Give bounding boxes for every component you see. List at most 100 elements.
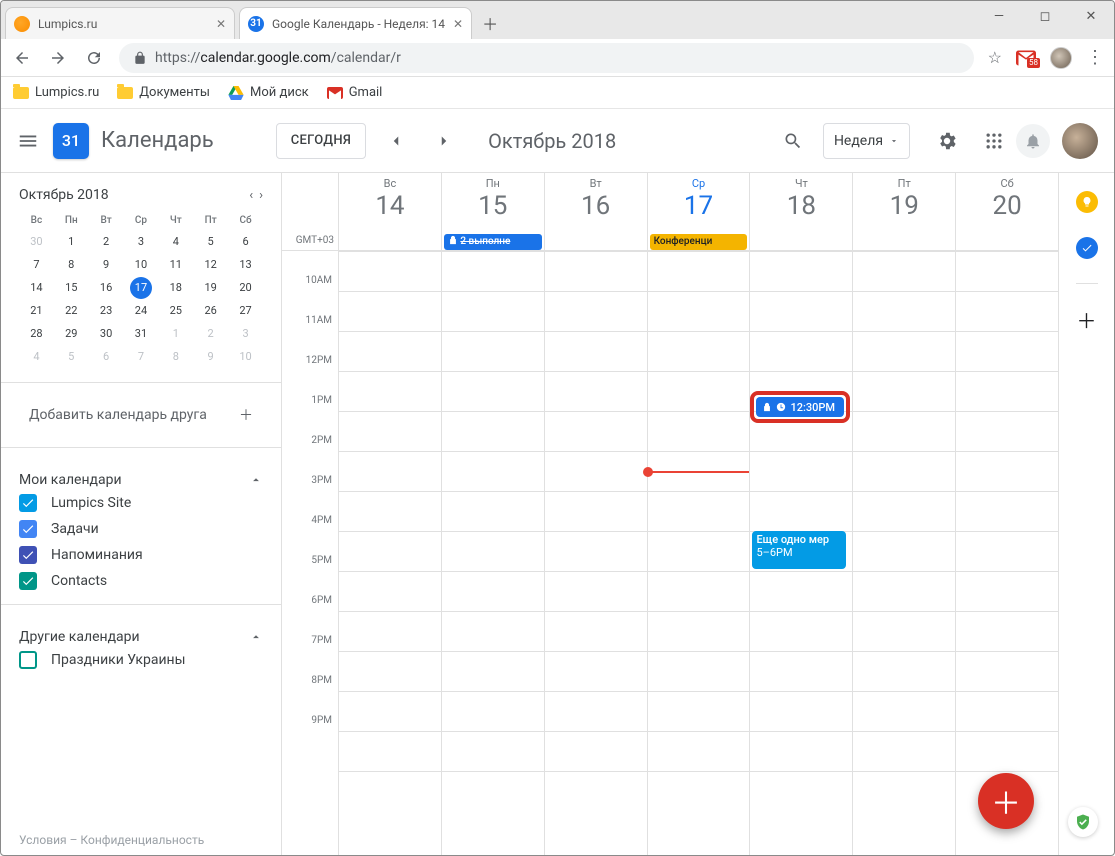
new-tab-button[interactable]: ＋ bbox=[476, 9, 504, 37]
day-column[interactable]: 12:30PM Еще одно мер5–6PM bbox=[749, 251, 852, 855]
minical-day[interactable]: 3 bbox=[228, 322, 263, 345]
calendar-checkbox[interactable] bbox=[19, 572, 37, 590]
window-maximize-button[interactable]: ◻ bbox=[1022, 1, 1068, 31]
day-column[interactable] bbox=[441, 251, 544, 855]
day-header[interactable]: Чт18 bbox=[749, 173, 852, 250]
day-header[interactable]: Вс14 bbox=[338, 173, 441, 250]
minical-day[interactable]: 10 bbox=[124, 253, 159, 276]
main-menu-button[interactable] bbox=[17, 130, 41, 152]
day-column[interactable] bbox=[338, 251, 441, 855]
minical-day[interactable]: 30 bbox=[89, 322, 124, 345]
minical-day[interactable]: 30 bbox=[19, 230, 54, 253]
section-other-calendars[interactable]: Другие календари bbox=[19, 629, 263, 645]
minical-day[interactable]: 17 bbox=[124, 276, 159, 299]
minical-day[interactable]: 8 bbox=[54, 253, 89, 276]
back-button[interactable] bbox=[11, 47, 33, 69]
minical-day[interactable]: 5 bbox=[193, 230, 228, 253]
browser-tab-lumpics[interactable]: Lumpics.ru ✕ bbox=[5, 7, 235, 39]
day-column[interactable] bbox=[955, 251, 1058, 855]
day-column[interactable] bbox=[544, 251, 647, 855]
day-header[interactable]: Вт16 bbox=[544, 173, 647, 250]
minical-day[interactable]: 6 bbox=[89, 345, 124, 368]
window-close-button[interactable]: ✕ bbox=[1068, 1, 1114, 31]
close-icon[interactable]: ✕ bbox=[216, 17, 226, 31]
minical-day[interactable]: 2 bbox=[193, 322, 228, 345]
minical-day[interactable]: 4 bbox=[158, 230, 193, 253]
minical-day[interactable]: 14 bbox=[19, 276, 54, 299]
tasks-icon[interactable] bbox=[1076, 237, 1098, 259]
reload-button[interactable] bbox=[83, 47, 105, 69]
calendar-event[interactable]: Еще одно мер5–6PM bbox=[752, 531, 846, 569]
minical-day[interactable]: 13 bbox=[228, 253, 263, 276]
create-event-fab[interactable]: ＋ bbox=[978, 773, 1034, 829]
minical-day[interactable]: 12 bbox=[193, 253, 228, 276]
gmail-extension-icon[interactable]: 58 bbox=[1016, 50, 1036, 66]
add-friend-calendar[interactable]: Добавить календарь друга ＋ bbox=[19, 397, 263, 433]
minical-day[interactable]: 28 bbox=[19, 322, 54, 345]
notifications-button[interactable] bbox=[1016, 124, 1050, 158]
minical-day[interactable]: 15 bbox=[54, 276, 89, 299]
minical-day[interactable]: 23 bbox=[89, 299, 124, 322]
minical-day[interactable]: 9 bbox=[89, 253, 124, 276]
minical-day[interactable]: 22 bbox=[54, 299, 89, 322]
allday-event[interactable]: Конференци bbox=[650, 234, 748, 250]
minical-day[interactable]: 5 bbox=[54, 345, 89, 368]
calendar-checkbox[interactable] bbox=[19, 494, 37, 512]
settings-button[interactable] bbox=[936, 130, 958, 152]
section-my-calendars[interactable]: Мои календари bbox=[19, 472, 263, 488]
search-button[interactable] bbox=[775, 123, 811, 159]
extension-shield-icon[interactable] bbox=[1068, 807, 1098, 837]
minical-day[interactable]: 1 bbox=[158, 322, 193, 345]
minical-day[interactable]: 3 bbox=[124, 230, 159, 253]
minical-day[interactable]: 25 bbox=[158, 299, 193, 322]
day-header[interactable]: Сб20 bbox=[955, 173, 1058, 250]
minical-day[interactable]: 11 bbox=[158, 253, 193, 276]
calendar-checkbox[interactable] bbox=[19, 651, 37, 669]
minical-day[interactable]: 20 bbox=[228, 276, 263, 299]
minical-day[interactable]: 19 bbox=[193, 276, 228, 299]
calendar-list-item[interactable]: Напоминания bbox=[19, 546, 263, 564]
calendar-list-item[interactable]: Праздники Украины bbox=[19, 651, 263, 669]
day-header[interactable]: Ср17Конференци bbox=[647, 173, 750, 250]
minical-day[interactable]: 10 bbox=[228, 345, 263, 368]
minical-day[interactable]: 1 bbox=[54, 230, 89, 253]
minical-day[interactable]: 7 bbox=[19, 253, 54, 276]
calendar-list-item[interactable]: Contacts bbox=[19, 572, 263, 590]
highlighted-reminder[interactable]: 12:30PM bbox=[750, 391, 850, 423]
minical-day[interactable]: 2 bbox=[89, 230, 124, 253]
forward-button[interactable] bbox=[47, 47, 69, 69]
view-selector[interactable]: Неделя bbox=[823, 123, 910, 159]
minical-day[interactable]: 8 bbox=[158, 345, 193, 368]
day-header[interactable]: Пн15 2 выполне bbox=[441, 173, 544, 250]
bookmark-item[interactable]: Документы bbox=[117, 85, 210, 100]
minical-day[interactable]: 4 bbox=[19, 345, 54, 368]
minical-day[interactable]: 27 bbox=[228, 299, 263, 322]
mini-calendar[interactable]: ВсПнВтСрЧтПтСб 3012345678910111213141516… bbox=[19, 211, 263, 368]
minical-day[interactable]: 21 bbox=[19, 299, 54, 322]
calendar-checkbox[interactable] bbox=[19, 546, 37, 564]
minical-day[interactable]: 29 bbox=[54, 322, 89, 345]
day-header[interactable]: Пт19 bbox=[852, 173, 955, 250]
calendar-list-item[interactable]: Lumpics Site bbox=[19, 494, 263, 512]
minical-day[interactable]: 16 bbox=[89, 276, 124, 299]
chrome-menu-button[interactable]: ⋮ bbox=[1086, 47, 1104, 68]
minical-day[interactable]: 9 bbox=[193, 345, 228, 368]
bookmark-star-icon[interactable]: ☆ bbox=[988, 48, 1002, 67]
add-addon-button[interactable]: ＋ bbox=[1076, 308, 1098, 330]
day-column[interactable] bbox=[852, 251, 955, 855]
prev-period-button[interactable] bbox=[378, 123, 414, 159]
browser-tab-calendar[interactable]: 31 Google Календарь - Неделя: 14 ✕ bbox=[239, 7, 472, 39]
profile-avatar[interactable] bbox=[1050, 47, 1072, 69]
account-avatar[interactable] bbox=[1062, 123, 1098, 159]
keep-icon[interactable] bbox=[1076, 191, 1098, 213]
today-button[interactable]: СЕГОДНЯ bbox=[276, 123, 366, 159]
address-bar[interactable]: https://calendar.google.com/calendar/r bbox=[119, 43, 974, 73]
bookmark-item[interactable]: Мой диск bbox=[228, 85, 309, 100]
google-apps-button[interactable] bbox=[984, 131, 1004, 151]
minical-day[interactable]: 6 bbox=[228, 230, 263, 253]
minical-next-button[interactable]: › bbox=[259, 188, 263, 203]
minical-day[interactable]: 18 bbox=[158, 276, 193, 299]
minical-day[interactable]: 26 bbox=[193, 299, 228, 322]
allday-event[interactable]: 2 выполне bbox=[444, 234, 542, 250]
bookmark-item[interactable]: Gmail bbox=[327, 85, 383, 100]
